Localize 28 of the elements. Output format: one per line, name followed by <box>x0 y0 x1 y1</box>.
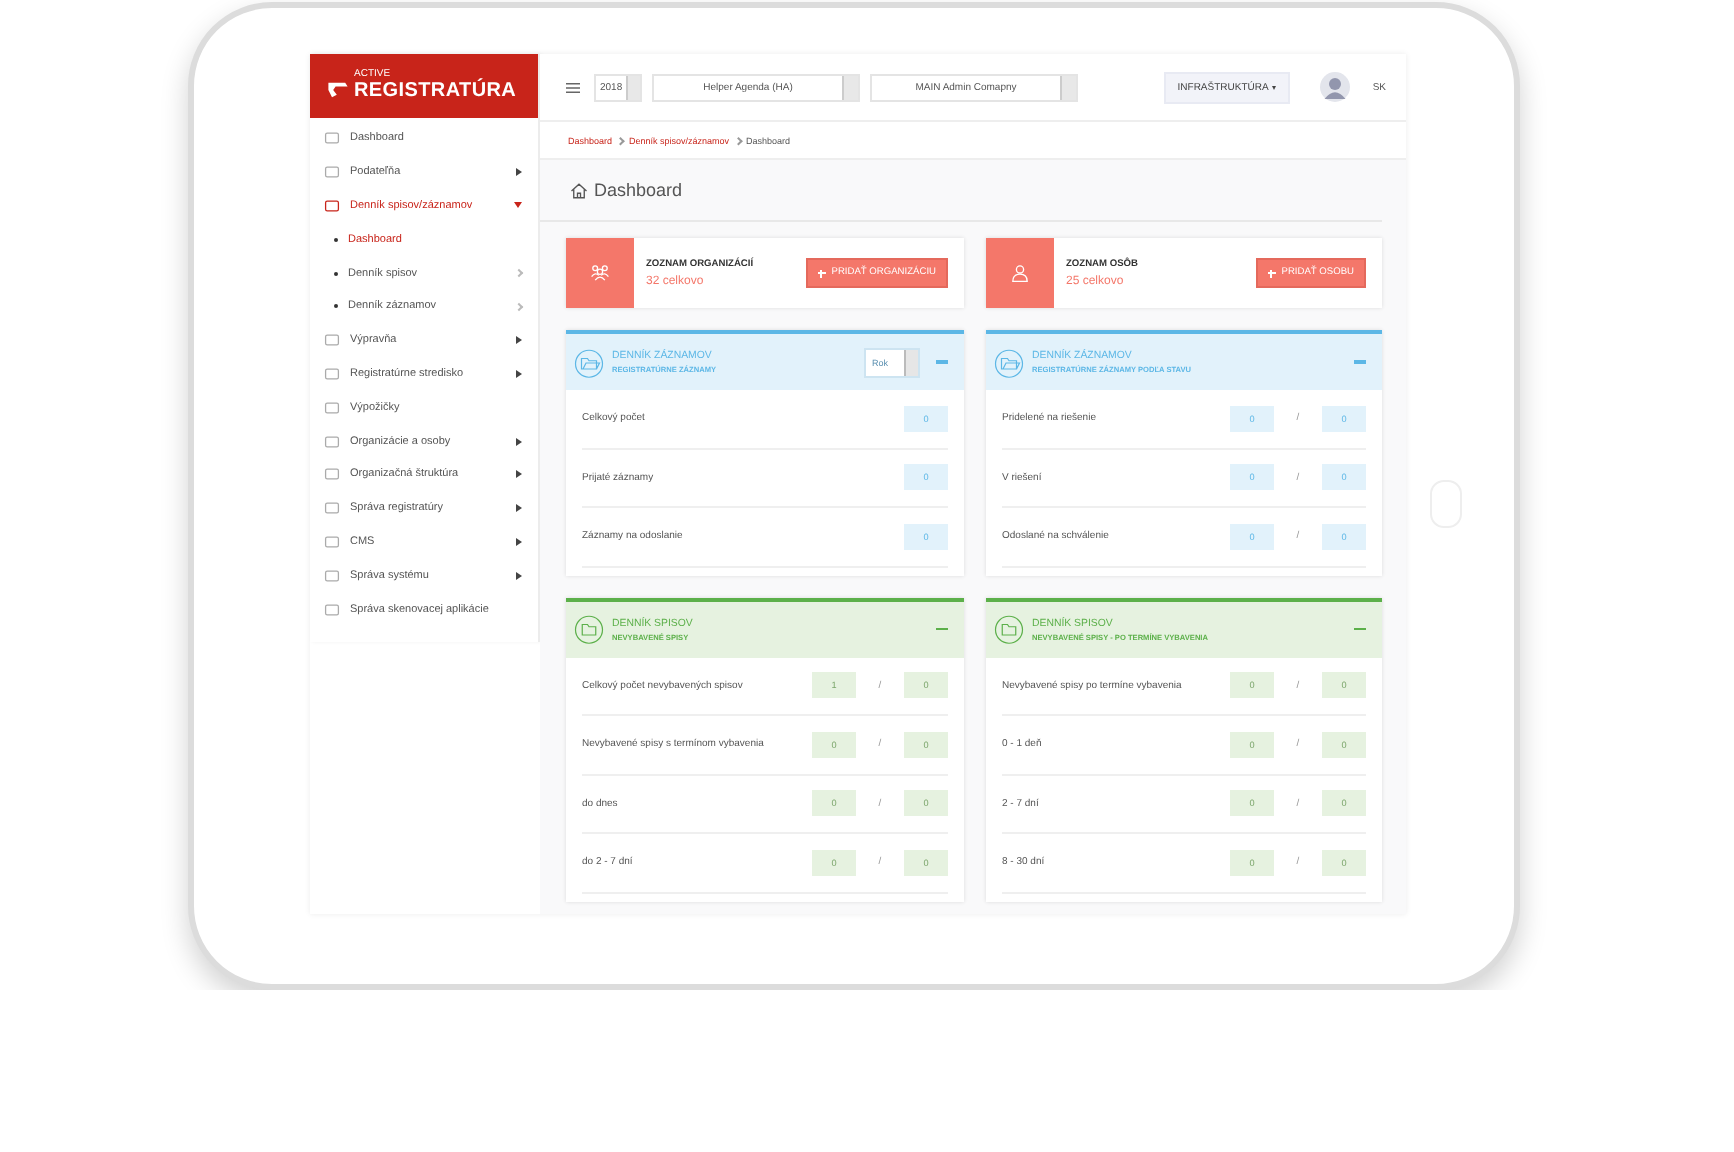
home-icon <box>570 181 588 199</box>
caret-icon <box>516 437 522 446</box>
chevron-icon <box>734 136 742 144</box>
caret-icon <box>516 336 522 345</box>
chevron-icon <box>617 136 625 144</box>
folder-icon <box>994 614 1024 644</box>
caret-icon <box>514 202 522 209</box>
people-icon <box>588 262 612 284</box>
plus-icon <box>817 269 826 277</box>
chevron-icon <box>514 268 524 278</box>
folder-icon <box>574 347 604 377</box>
caret-icon <box>516 168 522 177</box>
folder-icon <box>994 347 1024 377</box>
caret-icon <box>516 571 522 580</box>
logo-wordmark: REGISTRATÚRA <box>354 80 517 102</box>
chevron-icon <box>514 302 524 311</box>
page-title: Dashboard <box>594 180 683 200</box>
logo-mark-icon <box>326 78 350 102</box>
caret-icon <box>516 369 522 378</box>
plus-icon <box>1267 269 1276 277</box>
caret-icon <box>516 504 522 513</box>
avatar-icon[interactable] <box>1320 72 1351 102</box>
caret-icon <box>516 537 522 546</box>
caret-icon <box>1272 85 1277 89</box>
folder-icon <box>574 614 604 644</box>
person-icon <box>1008 262 1032 284</box>
caret-icon <box>516 470 522 479</box>
menu-icon[interactable] <box>566 81 580 93</box>
